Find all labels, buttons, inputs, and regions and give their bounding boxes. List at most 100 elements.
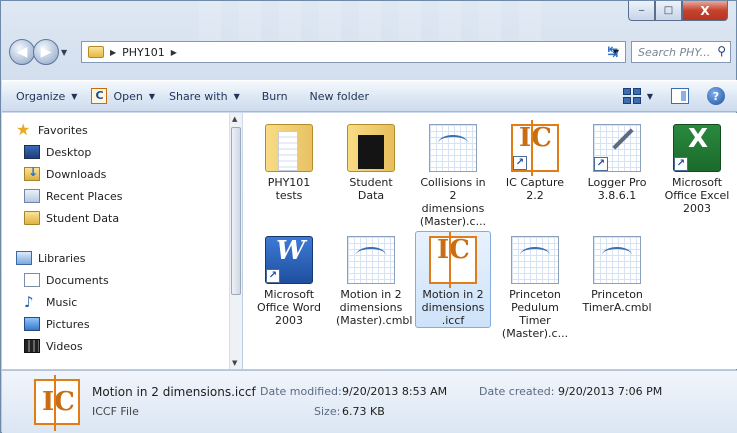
nav-label: Desktop bbox=[46, 145, 92, 159]
nav-downloads[interactable]: Downloads bbox=[24, 165, 107, 181]
scrollbar-thumb[interactable] bbox=[231, 127, 241, 295]
file-item-word[interactable]: ↗ Microsoft Office Word 2003 bbox=[251, 231, 327, 328]
file-item-logger-pro[interactable]: ↗ Logger Pro 3.8.6.1 bbox=[579, 119, 655, 203]
share-with-menu[interactable]: Share with ▼ bbox=[169, 90, 240, 103]
file-item-motion-iccf[interactable]: Motion in 2 dimensions .iccf bbox=[415, 231, 491, 328]
nav-label: Student Data bbox=[46, 211, 120, 225]
file-label: IC Capture 2.2 bbox=[505, 176, 565, 202]
maximize-button[interactable]: □ bbox=[655, 1, 682, 21]
file-item-princeton-timera[interactable]: Princeton TimerA.cmbl bbox=[579, 231, 655, 315]
graph-document-icon bbox=[593, 236, 641, 284]
graph-document-icon bbox=[429, 124, 477, 172]
word-icon: ↗ bbox=[265, 236, 313, 284]
scroll-up-icon[interactable]: ▲ bbox=[232, 115, 237, 123]
file-list: PHY101 tests Student Data Collisions in … bbox=[243, 113, 737, 369]
shortcut-arrow-icon: ↗ bbox=[266, 269, 280, 283]
shortcut-arrow-icon: ↗ bbox=[674, 157, 688, 171]
file-label: Motion in 2 dimensions .iccf bbox=[421, 288, 485, 327]
details-pane: Motion in 2 dimensions.iccf ICCF File Da… bbox=[2, 370, 737, 433]
file-label: Motion in 2 dimensions (Master).cmbl bbox=[336, 288, 413, 327]
refresh-button[interactable]: ↹ bbox=[599, 41, 627, 63]
file-item-student-data[interactable]: Student Data bbox=[333, 119, 409, 203]
file-label: Microsoft Office Word 2003 bbox=[257, 288, 321, 327]
close-button[interactable]: X bbox=[682, 1, 728, 21]
folder-icon bbox=[24, 211, 40, 225]
nav-libraries[interactable]: Libraries bbox=[16, 251, 86, 265]
explorer-window: ‒ □ X ◀ ▶ ▼ ▶ PHY101 ▶ ▼ ↹ Search PHY...… bbox=[0, 0, 737, 433]
file-label: Microsoft Office Excel 2003 bbox=[664, 176, 730, 215]
file-label: Collisions in 2 dimensions (Master).c... bbox=[419, 176, 487, 228]
minimize-button[interactable]: ‒ bbox=[628, 1, 655, 21]
navigation-pane: ★ Favorites Desktop Downloads Recent Pla… bbox=[2, 113, 242, 369]
maximize-icon: □ bbox=[663, 5, 674, 16]
date-created-value: 9/20/2013 7:06 PM bbox=[558, 385, 663, 398]
size-value: 6.73 KB bbox=[342, 405, 385, 418]
nav-favorites[interactable]: ★ Favorites bbox=[16, 120, 88, 139]
nav-desktop[interactable]: Desktop bbox=[24, 145, 91, 159]
open-button[interactable]: Open ▼ bbox=[91, 88, 155, 104]
ic-capture-icon bbox=[429, 232, 477, 288]
nav-documents[interactable]: Documents bbox=[24, 273, 109, 287]
file-item-excel[interactable]: ↗ Microsoft Office Excel 2003 bbox=[659, 119, 735, 216]
search-icon[interactable]: ⚲ bbox=[717, 44, 726, 58]
folder-icon bbox=[265, 124, 313, 172]
back-arrow-icon: ◀ bbox=[16, 44, 28, 60]
ic-capture-icon bbox=[91, 88, 108, 104]
navigation-scrollbar[interactable]: ▲ ▼ bbox=[229, 113, 242, 369]
chevron-down-icon: ▼ bbox=[71, 91, 78, 101]
nav-videos[interactable]: Videos bbox=[24, 339, 83, 353]
burn-button[interactable]: Burn bbox=[262, 90, 288, 103]
file-item-motion-master[interactable]: Motion in 2 dimensions (Master).cmbl bbox=[333, 231, 413, 328]
scroll-down-icon[interactable]: ▼ bbox=[232, 359, 237, 367]
minimize-icon: ‒ bbox=[638, 5, 645, 16]
forward-arrow-icon: ▶ bbox=[40, 44, 52, 60]
refresh-icon: ↹ bbox=[607, 44, 619, 60]
new-folder-button[interactable]: New folder bbox=[310, 90, 369, 103]
nav-label: Videos bbox=[46, 339, 83, 353]
address-bar[interactable]: ▶ PHY101 ▶ ▼ bbox=[81, 41, 626, 63]
nav-recent-places[interactable]: Recent Places bbox=[24, 189, 123, 203]
details-file-type: ICCF File bbox=[92, 405, 139, 418]
change-view-icon[interactable] bbox=[622, 88, 641, 104]
videos-icon bbox=[24, 339, 40, 353]
date-modified-value: 9/20/2013 8:53 AM bbox=[342, 385, 448, 398]
desktop-icon bbox=[24, 145, 40, 159]
organize-menu[interactable]: Organize ▼ bbox=[16, 90, 77, 103]
organize-label: Organize bbox=[16, 89, 66, 103]
back-button[interactable]: ◀ bbox=[9, 39, 35, 65]
logger-pro-icon: ↗ bbox=[593, 124, 641, 172]
file-label: Student Data bbox=[349, 176, 393, 202]
view-dropdown-icon[interactable]: ▼ bbox=[647, 92, 653, 101]
help-icon[interactable]: ? bbox=[707, 87, 725, 105]
graph-document-icon bbox=[511, 236, 559, 284]
nav-label: Downloads bbox=[46, 167, 107, 181]
file-item-phy101-tests[interactable]: PHY101 tests bbox=[251, 119, 327, 203]
folder-icon bbox=[347, 124, 395, 172]
file-item-ic-capture[interactable]: ↗ IC Capture 2.2 bbox=[497, 119, 573, 203]
star-icon: ★ bbox=[16, 120, 31, 139]
recent-places-icon bbox=[24, 189, 40, 203]
nav-pictures[interactable]: Pictures bbox=[24, 317, 90, 331]
documents-icon bbox=[24, 273, 40, 287]
recent-pages-dropdown[interactable]: ▼ bbox=[61, 48, 67, 57]
chevron-down-icon: ▼ bbox=[233, 91, 240, 101]
nav-music[interactable]: ♪ Music bbox=[24, 293, 78, 311]
file-item-collisions[interactable]: Collisions in 2 dimensions (Master).c... bbox=[415, 119, 491, 229]
nav-student-data[interactable]: Student Data bbox=[24, 211, 119, 225]
nav-label: Music bbox=[46, 295, 78, 309]
preview-pane-icon[interactable] bbox=[671, 88, 689, 104]
file-item-princeton-pedulum[interactable]: Princeton Pedulum Timer (Master).c... bbox=[497, 231, 573, 341]
file-label: Princeton Pedulum Timer (Master).c... bbox=[501, 288, 569, 340]
file-label: PHY101 tests bbox=[267, 176, 311, 202]
music-icon: ♪ bbox=[24, 293, 34, 311]
forward-button[interactable]: ▶ bbox=[33, 39, 59, 65]
breadcrumb-phy101[interactable]: PHY101 bbox=[122, 46, 165, 59]
libraries-icon bbox=[16, 251, 32, 265]
breadcrumb-chevron-icon[interactable]: ▶ bbox=[171, 48, 177, 57]
breadcrumb-chevron-icon[interactable]: ▶ bbox=[110, 48, 116, 57]
navigation-buttons: ◀ ▶ ▼ bbox=[9, 39, 67, 65]
nav-label: Libraries bbox=[38, 251, 86, 265]
nav-label: Favorites bbox=[38, 123, 88, 137]
search-input[interactable]: Search PHY... ⚲ bbox=[631, 41, 731, 63]
open-label: Open bbox=[113, 89, 143, 103]
